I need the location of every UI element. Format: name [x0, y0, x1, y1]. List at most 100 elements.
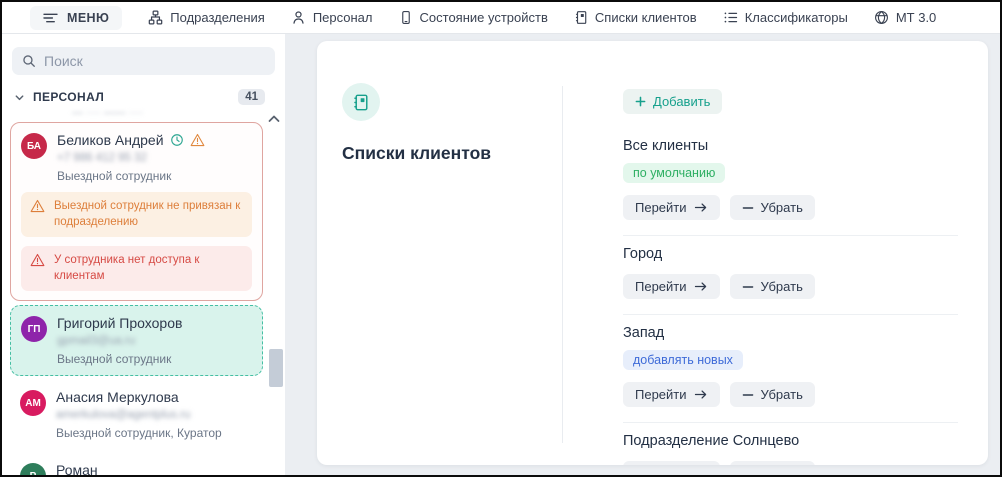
page-title: Списки клиентов: [342, 143, 492, 163]
clock-icon: [170, 133, 184, 147]
remove-button[interactable]: Убрать: [729, 274, 815, 299]
client-list-item-zapad: Запад добавлять новых Перейти Убрать: [623, 315, 958, 423]
scroll-up-chevron[interactable]: [268, 112, 280, 125]
person-card-belikov-andrey[interactable]: БА Беликов Андрей +7 986 412 95 32 Выездной…: [10, 122, 263, 302]
client-list-name: Подразделение Солнцево: [623, 433, 800, 449]
avatar: Р: [20, 463, 46, 475]
client-list-name: Запад: [623, 325, 665, 341]
avatar: БА: [21, 133, 47, 159]
arrow-right-icon: [694, 389, 708, 400]
remove-button[interactable]: Убрать: [729, 195, 815, 220]
personnel-section-header[interactable]: ПЕРСОНАЛ 41: [2, 84, 285, 107]
remove-button-label: Убрать: [760, 387, 803, 402]
nav-item-client-lists[interactable]: Списки клиентов: [574, 10, 697, 25]
client-lists-column: Добавить Все клиенты по умолчанию Перейти У…: [563, 41, 988, 465]
personnel-count-badge: 41: [238, 89, 265, 105]
person-role: Выездной сотрудник, Куратор: [56, 426, 222, 441]
arrow-right-icon: [694, 202, 708, 213]
remove-button-label: Убрать: [760, 279, 803, 294]
client-lists: Все клиенты по умолчанию Перейти Убрать Горо…: [623, 128, 958, 465]
person-card-anasiya-merkulova[interactable]: АМ Анасия Меркулова amerkulova@agentplus.r…: [10, 380, 263, 449]
partial-scrolled-row: — ···· —— ····: [72, 107, 144, 116]
minus-icon: [742, 285, 754, 289]
add-list-label: Добавить: [653, 94, 711, 109]
person-name: Беликов Андрей: [57, 132, 164, 148]
search-input[interactable]: [44, 53, 265, 69]
panel-header-column: Списки клиентов: [317, 41, 562, 465]
menu-label: МЕНЮ: [67, 10, 110, 25]
go-button-label: Перейти: [635, 279, 687, 294]
arrow-right-icon: [694, 281, 708, 292]
classifier-list-icon: [723, 10, 738, 25]
nav-item-device-status[interactable]: Состояние устройств: [399, 10, 548, 25]
minus-icon: [742, 206, 754, 210]
sidebar-scrollbar-thumb[interactable]: [269, 349, 283, 387]
menu-button[interactable]: МЕНЮ: [30, 5, 123, 30]
person-contact-masked: +7 986 412 95 32: [57, 152, 147, 164]
client-list-badge: добавлять новых: [623, 350, 743, 370]
client-list-item-gorod: Город Перейти Убрать: [623, 236, 958, 315]
client-list-badge: по умолчанию: [623, 163, 726, 183]
client-list-name: Город: [623, 246, 663, 262]
remove-button[interactable]: Убрать: [729, 382, 815, 407]
avatar: ГП: [21, 316, 47, 343]
go-button-label: Перейти: [635, 200, 687, 215]
person-name: Григорий Прохоров: [57, 315, 183, 332]
app-window: { "topnav": { "menu_label": "МЕНЮ", "ite…: [0, 0, 1002, 477]
avatar: АМ: [20, 390, 46, 417]
nav-item-label: Подразделения: [170, 10, 265, 25]
client-list-name: Все клиенты: [623, 138, 709, 154]
nav-items: Подразделения Персонал Состояние устройств…: [148, 10, 936, 25]
sidebar: ПЕРСОНАЛ 41 — ···· —— ···· БА Беликов Анд…: [2, 34, 285, 475]
top-navigation: МЕНЮ Подразделения Персонал Состояние устр…: [2, 2, 1000, 34]
person-role: Выездной сотрудник: [57, 352, 172, 367]
person-name: Анасия Меркулова: [56, 389, 179, 406]
nav-item-mt3[interactable]: МТ 3.0: [874, 10, 936, 25]
remove-button[interactable]: Убрать: [729, 461, 815, 465]
client-list-item-all-clients: Все клиенты по умолчанию Перейти Убрать: [623, 128, 958, 236]
nav-item-label: Классификаторы: [744, 10, 848, 25]
minus-icon: [742, 393, 754, 397]
nav-item-label: МТ 3.0: [895, 10, 937, 25]
go-button[interactable]: Перейти: [623, 461, 720, 465]
person-card-grigoriy-prohorov[interactable]: ГП Григорий Прохоров gpmail3@ua.ru Выездной…: [10, 305, 263, 377]
person-warning: У сотрудника нет доступа к клиентам: [21, 246, 252, 292]
smartphone-icon: [399, 10, 413, 25]
content-area: Списки клиентов Добавить Все клиенты по у…: [285, 34, 1000, 475]
warning-icon: [190, 133, 205, 147]
go-button[interactable]: Перейти: [623, 274, 720, 299]
warning-icon: [30, 253, 45, 267]
go-button-label: Перейти: [635, 387, 687, 402]
person-warning-text: Выездной сотрудник не привязан к подразд…: [54, 200, 241, 228]
person-contact-masked: amerkulova@agentplus.ru: [56, 409, 191, 422]
add-list-button[interactable]: Добавить: [623, 89, 723, 114]
go-button[interactable]: Перейти: [623, 382, 720, 407]
client-lists-panel: Списки клиентов Добавить Все клиенты по у…: [317, 41, 988, 465]
hamburger-icon: [43, 12, 58, 24]
person-contact-masked: gpmail3@ua.ru: [57, 335, 136, 348]
person-warning: Выездной сотрудник не привязан к подразд…: [21, 192, 252, 238]
nav-item-personnel[interactable]: Персонал: [291, 10, 373, 25]
nav-item-label: Персонал: [312, 10, 373, 25]
plus-icon: [635, 96, 646, 107]
search-icon: [22, 54, 36, 68]
book-icon: [342, 83, 380, 121]
nav-item-subdivisions[interactable]: Подразделения: [148, 10, 265, 25]
client-list-item-solncevo: Подразделение Солнцево Перейти Убрать: [623, 423, 958, 465]
book-icon: [574, 10, 588, 25]
search-box[interactable]: [12, 47, 275, 75]
globe-icon: [874, 10, 889, 25]
person-icon: [291, 10, 306, 25]
chevron-down-icon: [14, 92, 25, 103]
remove-button-label: Убрать: [760, 200, 803, 215]
nav-item-label: Состояние устройств: [419, 10, 548, 25]
person-warning-text: У сотрудника нет доступа к клиентам: [54, 254, 200, 282]
person-role: Выездной сотрудник: [57, 169, 172, 183]
person-name: Роман: [56, 462, 98, 475]
nav-item-classifiers[interactable]: Классификаторы: [723, 10, 848, 25]
person-card-roman[interactable]: РРоман+7 900 333 63 21Выездной сотрудник: [10, 453, 263, 475]
go-button[interactable]: Перейти: [623, 195, 720, 220]
nav-item-label: Списки клиентов: [594, 10, 697, 25]
org-chart-icon: [148, 10, 163, 25]
personnel-list: БА Беликов Андрей +7 986 412 95 32 Выездной…: [2, 118, 285, 475]
